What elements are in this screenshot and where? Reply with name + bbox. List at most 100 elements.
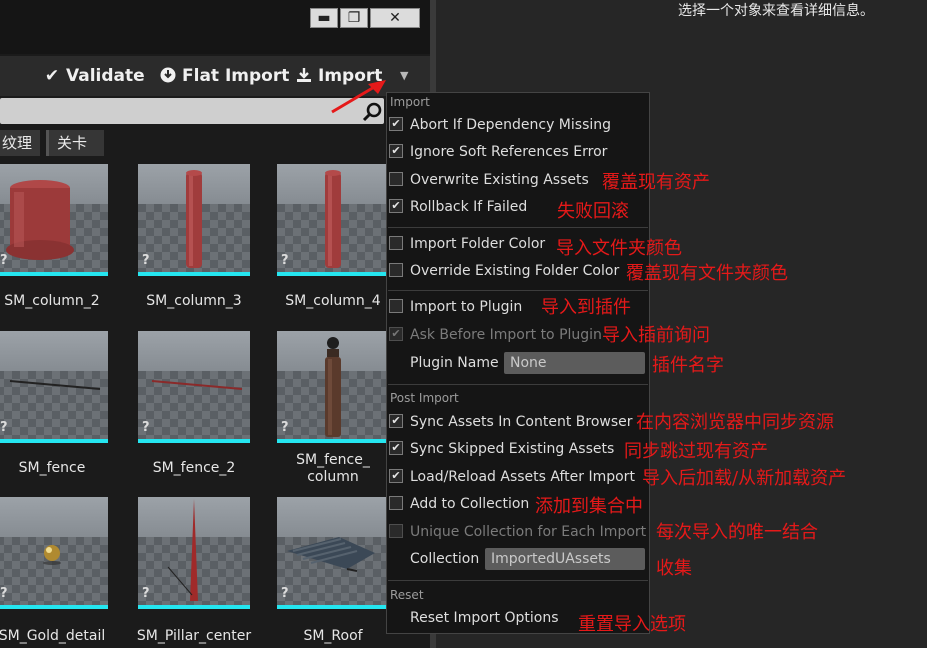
- menu-divider: [388, 580, 648, 581]
- note-ask-plugin: 导入插前询问: [602, 325, 710, 346]
- ask-plugin-label: Ask Before Import to Plugin: [410, 327, 602, 343]
- plugin-name-field[interactable]: None: [504, 352, 645, 374]
- asset-type-bar: [138, 439, 250, 443]
- menu-divider: [388, 384, 648, 385]
- checkbox-override-folder-color[interactable]: [389, 263, 403, 277]
- import-options-dropdown[interactable]: ▼: [400, 62, 408, 90]
- note-sync-assets: 在内容浏览器中同步资源: [636, 412, 834, 433]
- asset-type-bar: [277, 439, 389, 443]
- unknown-status-icon: ?: [281, 420, 289, 435]
- section-header-import: Import: [390, 95, 430, 109]
- asset-mesh-preview: [138, 164, 250, 276]
- asset-mesh-preview: [0, 497, 108, 609]
- download-icon: [296, 62, 312, 90]
- override-folder-color-label: Override Existing Folder Color: [410, 263, 620, 279]
- menu-item-load-reload[interactable]: ✔ Load/Reload Assets After Import: [389, 465, 635, 489]
- asset-tile-label: SM_column_3: [146, 293, 242, 309]
- import-plugin-label: Import to Plugin: [410, 299, 523, 315]
- close-button[interactable]: ✕: [370, 8, 420, 28]
- unknown-status-icon: ?: [0, 253, 8, 268]
- filter-chip-texture[interactable]: 纹理: [0, 130, 41, 156]
- section-header-post-import: Post Import: [390, 391, 459, 405]
- asset-type-bar: [277, 272, 389, 276]
- minimize-button[interactable]: ▬: [310, 8, 338, 28]
- checkbox-load-reload[interactable]: ✔: [389, 469, 403, 483]
- note-import-plugin: 导入到插件: [541, 297, 631, 318]
- checkbox-import-folder-color[interactable]: [389, 236, 403, 250]
- checkbox-rollback[interactable]: ✔: [389, 199, 403, 213]
- menu-item-rollback[interactable]: ✔ Rollback If Failed: [389, 195, 527, 219]
- asset-type-bar: [0, 439, 108, 443]
- collection-field[interactable]: ImportedUAssets: [485, 548, 645, 570]
- section-header-reset: Reset: [390, 588, 424, 602]
- window-titlebar[interactable]: ▬ ❐ ✕: [0, 0, 430, 54]
- checkbox-ask-plugin: ✔: [389, 327, 403, 341]
- validate-button[interactable]: ✔ Validate: [44, 62, 145, 90]
- menu-item-add-collection[interactable]: Add to Collection: [389, 492, 529, 516]
- unknown-status-icon: ?: [0, 586, 8, 601]
- unknown-status-icon: ?: [142, 420, 150, 435]
- maximize-button[interactable]: ❐: [340, 8, 368, 28]
- asset-mesh-preview: [277, 331, 389, 443]
- checkbox-overwrite-assets[interactable]: [389, 172, 403, 186]
- asset-mesh-preview: [0, 164, 108, 276]
- asset-tile-thumbnail[interactable]: ?: [138, 331, 250, 443]
- asset-tile-thumbnail[interactable]: ?: [0, 497, 108, 609]
- plugin-name-label: Plugin Name: [410, 355, 499, 371]
- menu-item-abort-missing[interactable]: ✔ Abort If Dependency Missing: [389, 113, 611, 137]
- note-override-folder-color: 覆盖现有文件夹颜色: [626, 263, 788, 284]
- menu-item-overwrite-assets[interactable]: Overwrite Existing Assets: [389, 168, 589, 192]
- import-folder-color-label: Import Folder Color: [410, 236, 546, 252]
- asset-tile-thumbnail[interactable]: ?: [277, 164, 389, 276]
- menu-divider: [388, 290, 648, 291]
- asset-tile-label: SM_Gold_detail: [0, 628, 106, 644]
- note-import-folder-color: 导入文件夹颜色: [556, 238, 682, 259]
- unknown-status-icon: ?: [0, 420, 8, 435]
- abort-missing-label: Abort If Dependency Missing: [410, 117, 612, 133]
- asset-tile-thumbnail[interactable]: ?: [0, 331, 108, 443]
- details-hint: 选择一个对象来查看详细信息。: [678, 3, 874, 19]
- flat-import-button[interactable]: Flat Import: [160, 62, 289, 90]
- asset-type-bar: [0, 272, 108, 276]
- asset-tile-label: SM_column_4: [285, 293, 381, 309]
- asset-type-bar: [138, 272, 250, 276]
- ignore-soft-label: Ignore Soft References Error: [410, 144, 608, 160]
- validate-label: Validate: [66, 66, 145, 86]
- menu-item-import-plugin[interactable]: Import to Plugin: [389, 295, 522, 319]
- asset-type-bar: [138, 605, 250, 609]
- menu-item-override-folder-color[interactable]: Override Existing Folder Color: [389, 259, 619, 283]
- unknown-status-icon: ?: [281, 586, 289, 601]
- asset-tile-label: SM_Pillar_center: [136, 628, 252, 644]
- checkbox-abort-missing[interactable]: ✔: [389, 117, 403, 131]
- asset-tile-thumbnail[interactable]: ?: [138, 164, 250, 276]
- checkbox-import-plugin[interactable]: [389, 299, 403, 313]
- asset-tile-thumbnail[interactable]: ?: [138, 497, 250, 609]
- menu-item-unique-collection: Unique Collection for Each Import: [389, 520, 646, 544]
- reset-import-options-button[interactable]: Reset Import Options: [410, 606, 559, 630]
- note-plugin-name: 插件名字: [652, 355, 724, 376]
- note-collection: 收集: [656, 558, 692, 579]
- sync-skipped-label: Sync Skipped Existing Assets: [410, 441, 615, 457]
- unknown-status-icon: ?: [142, 253, 150, 268]
- asset-tile-thumbnail[interactable]: ?: [277, 331, 389, 443]
- checkbox-sync-skipped[interactable]: ✔: [389, 441, 403, 455]
- unknown-status-icon: ?: [142, 586, 150, 601]
- asset-tile-thumbnail[interactable]: ?: [0, 164, 108, 276]
- menu-item-sync-assets[interactable]: ✔ Sync Assets In Content Browser: [389, 410, 633, 434]
- add-collection-label: Add to Collection: [410, 496, 530, 512]
- checkbox-ignore-soft[interactable]: ✔: [389, 144, 403, 158]
- flat-import-label: Flat Import: [182, 66, 290, 86]
- menu-item-sync-skipped[interactable]: ✔ Sync Skipped Existing Assets: [389, 437, 614, 461]
- note-rollback: 失败回滚: [557, 201, 629, 222]
- search-input[interactable]: [0, 98, 384, 124]
- checkbox-add-collection[interactable]: [389, 496, 403, 510]
- asset-tile-thumbnail[interactable]: ?: [277, 497, 389, 609]
- asset-mesh-preview: [277, 164, 389, 276]
- menu-item-ignore-soft[interactable]: ✔ Ignore Soft References Error: [389, 140, 607, 164]
- checkbox-sync-assets[interactable]: ✔: [389, 414, 403, 428]
- filter-chip-level[interactable]: 关卡: [46, 130, 104, 156]
- overwrite-assets-label: Overwrite Existing Assets: [410, 172, 589, 188]
- download-circle-icon: [160, 62, 176, 90]
- menu-item-import-folder-color[interactable]: Import Folder Color: [389, 232, 545, 256]
- menu-divider: [388, 227, 648, 228]
